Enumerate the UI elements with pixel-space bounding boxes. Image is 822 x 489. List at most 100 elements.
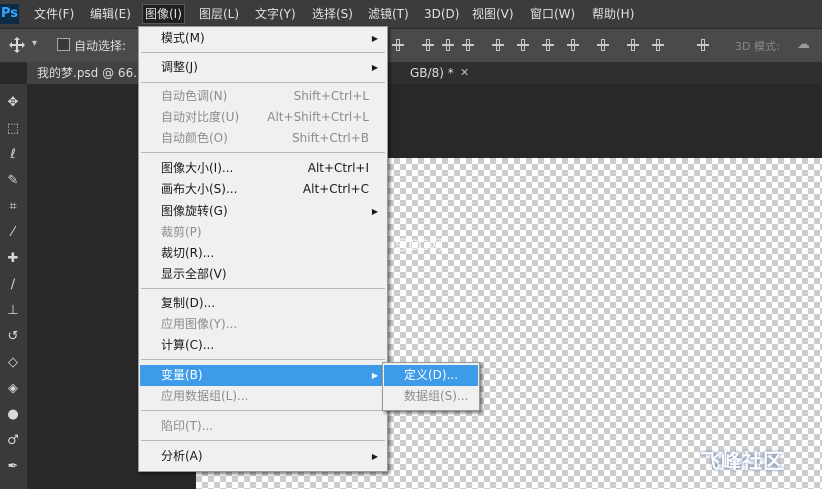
menu-window[interactable]: 窗口(W) <box>530 5 575 23</box>
submenu-item-data-sets[interactable]: 数据组(S)... <box>384 386 478 407</box>
menu-divider <box>141 410 385 411</box>
menu-item-reveal-all[interactable]: 显示全部(V) <box>140 264 386 285</box>
menu-layer[interactable]: 图层(L) <box>199 5 239 23</box>
auto-align-icon[interactable] <box>697 37 709 53</box>
menu-item-auto-tone[interactable]: 自动色调(N) Shift+Ctrl+L <box>140 86 386 107</box>
auto-select-label: 自动选择: <box>74 39 127 53</box>
menu-item-crop[interactable]: 裁剪(P) <box>140 222 386 243</box>
photoshop-logo: Ps <box>0 4 19 24</box>
pen-icon[interactable]: ✒ <box>3 458 23 476</box>
menu-item-analysis[interactable]: 分析(A) ▶ <box>140 446 386 467</box>
submenu-item-label: 定义(D)... <box>404 368 459 382</box>
variables-submenu: 定义(D)... 数据组(S)... <box>382 362 480 411</box>
menu-item-auto-color[interactable]: 自动颜色(O) Shift+Ctrl+B <box>140 128 386 149</box>
menu-file[interactable]: 文件(F) <box>34 5 74 23</box>
menu-divider <box>141 52 385 53</box>
crop-icon[interactable]: ⌗ <box>3 198 23 216</box>
menu-item-label: 画布大小(S)... <box>161 182 238 196</box>
corner-watermark: 飞峰社区 <box>700 445 820 485</box>
submenu-arrow-icon: ▶ <box>371 63 378 72</box>
distribute-icon[interactable] <box>517 37 529 53</box>
menu-divider <box>141 288 385 289</box>
blur-icon[interactable]: ● <box>3 406 23 424</box>
menu-divider <box>141 359 385 360</box>
menu-bar: Ps 文件(F) 编辑(E) 图像(I) 图层(L) 文字(Y) 选择(S) 滤… <box>0 0 822 29</box>
menu-divider <box>141 82 385 83</box>
menu-3d[interactable]: 3D(D) <box>424 5 459 23</box>
distribute-icon[interactable] <box>652 37 664 53</box>
menu-edit[interactable]: 编辑(E) <box>90 5 131 23</box>
menu-filter[interactable]: 滤镜(T) <box>368 5 409 23</box>
menu-divider <box>141 440 385 441</box>
history-brush-icon[interactable]: ↺ <box>3 328 23 346</box>
align-icon[interactable] <box>422 37 434 53</box>
menu-item-label: 调整(J) <box>161 60 198 74</box>
menu-item-auto-contrast[interactable]: 自动对比度(U) Alt+Shift+Ctrl+L <box>140 107 386 128</box>
menu-item-label: 图像旋转(G) <box>161 204 228 218</box>
tool-preset-chevron-down-icon[interactable]: ▾ <box>32 38 37 49</box>
eyedropper-icon[interactable]: ⁄ <box>3 224 23 242</box>
menu-item-label: 应用数据组(L)... <box>161 389 249 403</box>
menu-item-label: 陷印(T)... <box>161 419 214 433</box>
dodge-icon[interactable]: ♂ <box>3 432 23 450</box>
menu-item-mode[interactable]: 模式(M) ▶ <box>140 28 386 49</box>
menu-item-calculations[interactable]: 计算(C)... <box>140 335 386 356</box>
menu-item-label: 模式(M) <box>161 31 205 45</box>
menu-item-label: 裁切(R)... <box>161 246 215 260</box>
distribute-icon[interactable] <box>492 37 504 53</box>
menu-divider <box>141 152 385 153</box>
distribute-icon[interactable] <box>597 37 609 53</box>
align-icon[interactable] <box>392 37 404 53</box>
lasso-icon[interactable]: ℓ <box>3 146 23 164</box>
submenu-arrow-icon: ▶ <box>371 207 378 216</box>
clone-stamp-icon[interactable]: ⊥ <box>3 302 23 320</box>
distribute-icon[interactable] <box>627 37 639 53</box>
close-tab-icon[interactable]: ✕ <box>460 62 469 84</box>
menu-item-trim[interactable]: 裁切(R)... <box>140 243 386 264</box>
eraser-icon[interactable]: ◇ <box>3 354 23 372</box>
distribute-icon[interactable] <box>567 37 579 53</box>
menu-select[interactable]: 选择(S) <box>312 5 353 23</box>
tools-panel: ✥ ⬚ ℓ ✎ ⌗ ⁄ ✚ ∕ ⊥ ↺ ◇ ◈ ● ♂ ✒ <box>0 84 28 489</box>
menu-item-trap[interactable]: 陷印(T)... <box>140 416 386 437</box>
corner-watermark-text: 飞峰社区 <box>700 449 784 473</box>
move-tool-icon[interactable] <box>8 36 26 54</box>
menu-item-label: 变量(B) <box>161 368 203 382</box>
menu-item-label: 自动对比度(U) <box>161 110 240 124</box>
menu-view[interactable]: 视图(V) <box>472 5 514 23</box>
menu-image[interactable]: 图像(I) <box>142 4 185 24</box>
menu-item-apply-image[interactable]: 应用图像(Y)... <box>140 314 386 335</box>
menu-item-variables[interactable]: 变量(B) ▶ <box>140 365 386 386</box>
menu-item-label: 应用图像(Y)... <box>161 317 238 331</box>
align-icon[interactable] <box>442 37 454 53</box>
paint-bucket-icon[interactable]: ◈ <box>3 380 23 398</box>
healing-brush-icon[interactable]: ✚ <box>3 250 23 268</box>
align-icon[interactable] <box>462 37 474 53</box>
menu-item-label: 分析(A) <box>161 449 203 463</box>
menu-item-image-size[interactable]: 图像大小(I)... Alt+Ctrl+I <box>140 158 386 179</box>
menu-item-label: 图像大小(I)... <box>161 161 234 175</box>
menu-type[interactable]: 文字(Y) <box>255 5 296 23</box>
menu-item-shortcut: Alt+Ctrl+C <box>302 182 369 196</box>
brush-icon[interactable]: ∕ <box>3 276 23 294</box>
submenu-item-label: 数据组(S)... <box>404 389 469 403</box>
distribute-icon[interactable] <box>542 37 554 53</box>
menu-item-shortcut: Alt+Ctrl+I <box>307 161 369 175</box>
menu-item-label: 显示全部(V) <box>161 267 227 281</box>
menu-item-shortcut: Shift+Ctrl+B <box>292 131 369 145</box>
submenu-arrow-icon: ▶ <box>371 371 378 380</box>
menu-item-canvas-size[interactable]: 画布大小(S)... Alt+Ctrl+C <box>140 179 386 200</box>
menu-item-apply-data-set[interactable]: 应用数据组(L)... <box>140 386 386 407</box>
quick-select-icon[interactable]: ✎ <box>3 172 23 190</box>
submenu-item-define[interactable]: 定义(D)... <box>384 365 478 386</box>
menu-item-adjust[interactable]: 调整(J) ▶ <box>140 57 386 78</box>
move-icon[interactable]: ✥ <box>3 94 23 112</box>
menu-help[interactable]: 帮助(H) <box>592 5 634 23</box>
menu-item-duplicate[interactable]: 复制(D)... <box>140 293 386 314</box>
menu-item-image-rotation[interactable]: 图像旋转(G) ▶ <box>140 201 386 222</box>
auto-select-checkbox[interactable] <box>57 38 70 51</box>
marquee-icon[interactable]: ⬚ <box>3 120 23 138</box>
menu-item-shortcut: Shift+Ctrl+L <box>293 89 369 103</box>
3d-rotate-icon[interactable]: ☁ <box>797 37 815 52</box>
menu-item-label: 计算(C)... <box>161 338 215 352</box>
